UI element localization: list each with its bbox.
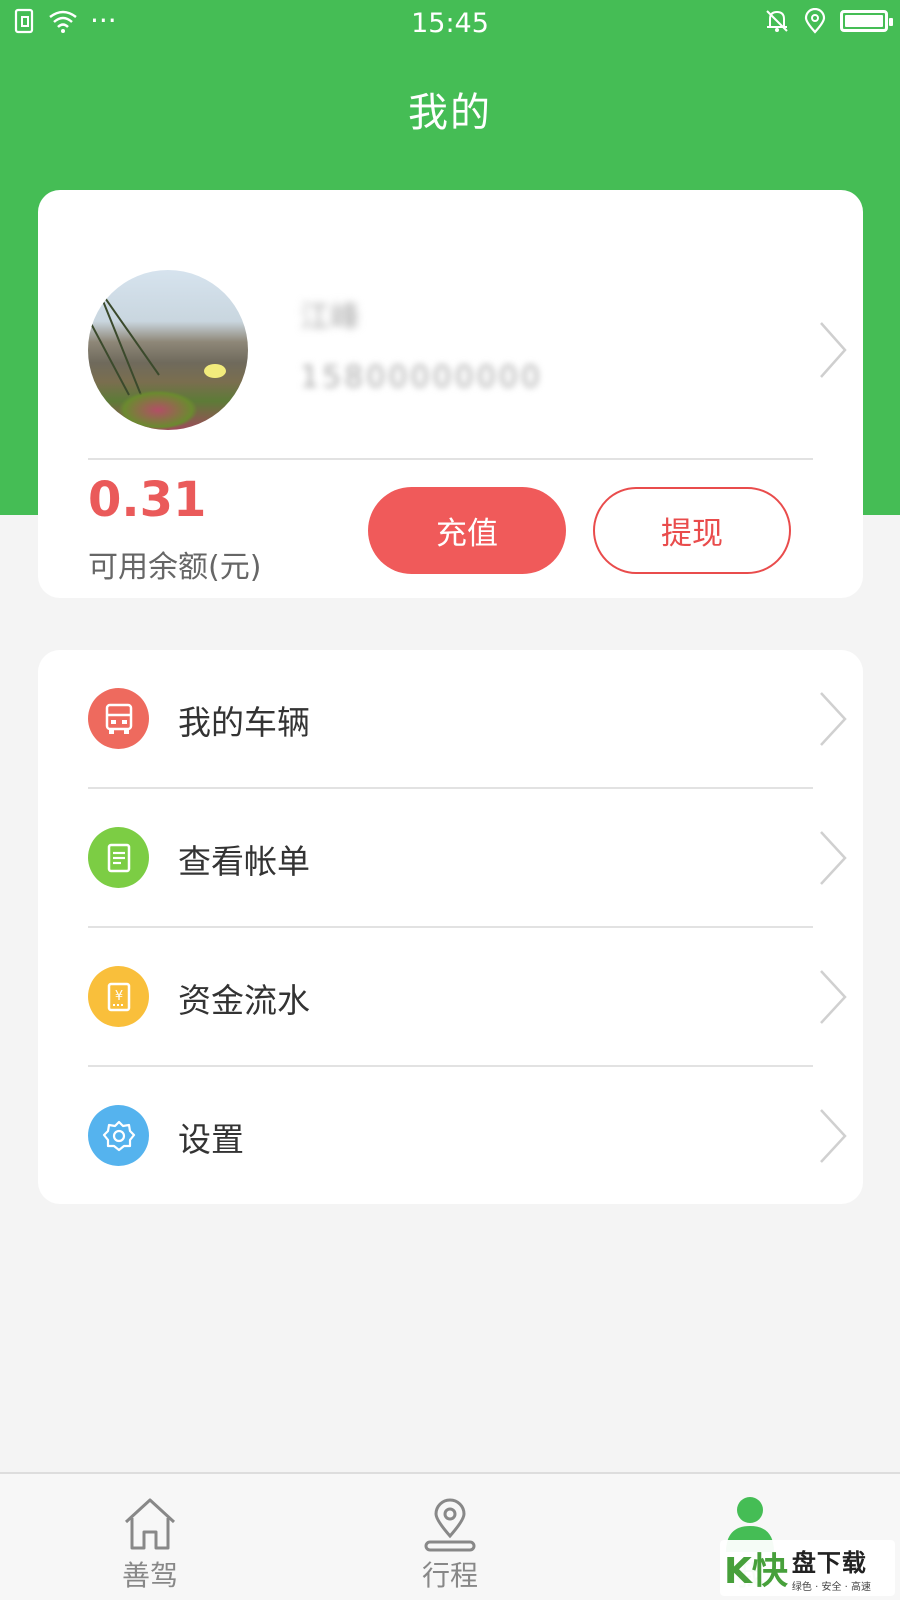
- withdraw-button[interactable]: 提现: [593, 487, 791, 574]
- menu-item-fund-flow[interactable]: ¥ 资金流水: [38, 928, 863, 1066]
- menu-item-label: 资金流水: [178, 981, 310, 1020]
- user-phone: 15800000000: [300, 360, 543, 395]
- watermark-subtitle: 绿色 · 安全 · 高速: [791, 1582, 871, 1593]
- tab-label: 善驾: [121, 1559, 178, 1592]
- user-name: 江峰: [300, 300, 360, 335]
- menu-item-settings[interactable]: 设置: [38, 1067, 863, 1205]
- profile-divider: [88, 458, 813, 460]
- truck-icon: [88, 688, 149, 749]
- gear-icon: [88, 1105, 149, 1166]
- location-pin-icon: [424, 1498, 476, 1552]
- menu-item-view-bills[interactable]: 查看帐单: [38, 789, 863, 927]
- mute-bell-icon: [766, 10, 788, 32]
- chevron-right-icon: [820, 1109, 847, 1163]
- home-icon: [124, 1498, 176, 1550]
- location-icon: [804, 8, 826, 34]
- menu-item-label: 设置: [178, 1120, 244, 1159]
- svg-text:¥: ¥: [114, 989, 122, 1004]
- avatar[interactable]: [88, 270, 248, 430]
- watermark-title: 盘下载: [791, 1549, 867, 1577]
- watermark-logo: K快 盘下载 绿色 · 安全 · 高速: [720, 1540, 895, 1596]
- menu-item-label: 我的车辆: [178, 703, 310, 742]
- yuan-icon: ¥: [88, 966, 149, 1027]
- profile-card: 江峰 15800000000 0.31 可用余额(元) 充值 提现: [38, 190, 863, 598]
- balance-value: 0.31: [88, 472, 207, 528]
- profile-chevron-icon[interactable]: [818, 320, 848, 380]
- page-title: 我的: [408, 90, 492, 136]
- chevron-right-icon: [820, 831, 847, 885]
- menu-card: 我的车辆 查看帐单 ¥ 资金流水 设置: [38, 650, 863, 1204]
- tab-shanjia[interactable]: 善驾: [0, 1474, 300, 1600]
- status-bar: ··· 15:45: [0, 0, 900, 48]
- menu-item-label: 查看帐单: [178, 842, 310, 881]
- status-right-icons: [764, 8, 893, 34]
- recharge-button[interactable]: 充值: [368, 487, 566, 574]
- tab-label: 行程: [421, 1559, 478, 1592]
- chevron-right-icon: [820, 970, 847, 1024]
- tab-trips[interactable]: 行程: [300, 1474, 600, 1600]
- menu-item-my-vehicles[interactable]: 我的车辆: [38, 650, 863, 788]
- balance-label: 可用余额(元): [88, 550, 262, 585]
- battery-icon: [840, 10, 893, 32]
- document-icon: [88, 827, 149, 888]
- chevron-right-icon: [820, 692, 847, 746]
- watermark-logo-mark: K快: [724, 1551, 788, 1592]
